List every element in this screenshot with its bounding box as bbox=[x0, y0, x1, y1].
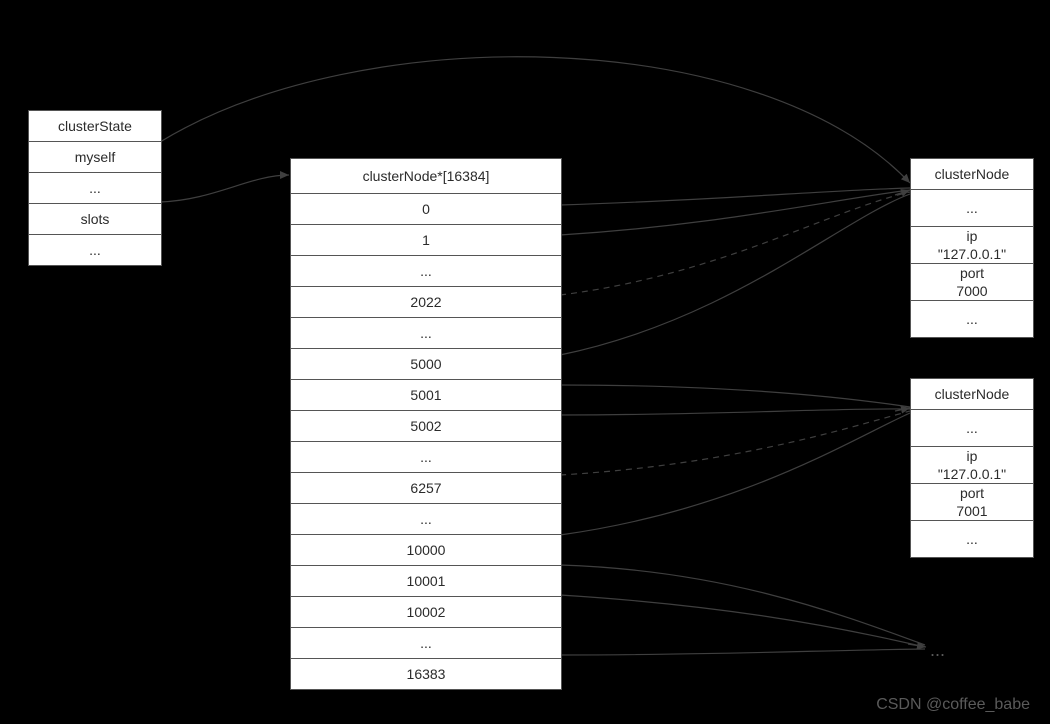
slot-row: 10001 bbox=[291, 566, 561, 597]
cluster-node-b-ip: ip "127.0.0.1" bbox=[911, 447, 1033, 484]
slot-row: ... bbox=[291, 442, 561, 473]
slot-row: 6257 bbox=[291, 473, 561, 504]
cluster-node-b-row: ... bbox=[911, 410, 1033, 447]
cluster-node-a-row: ... bbox=[911, 301, 1033, 337]
slot-row: 2022 bbox=[291, 287, 561, 318]
cluster-state-box: clusterState myself ... slots ... bbox=[28, 110, 162, 266]
slot-row: ... bbox=[291, 628, 561, 659]
slot-row: 5000 bbox=[291, 349, 561, 380]
ip-label: ip bbox=[967, 228, 978, 244]
cluster-state-row: ... bbox=[29, 173, 161, 204]
slot-row: 10002 bbox=[291, 597, 561, 628]
cluster-node-a-ip: ip "127.0.0.1" bbox=[911, 227, 1033, 264]
cluster-node-b-box: clusterNode ... ip "127.0.0.1" port 7001… bbox=[910, 378, 1034, 558]
watermark-text: CSDN @coffee_babe bbox=[876, 696, 1030, 714]
slot-row: ... bbox=[291, 318, 561, 349]
ip-label: ip bbox=[967, 448, 978, 464]
cluster-state-row: slots bbox=[29, 204, 161, 235]
slot-row: 16383 bbox=[291, 659, 561, 689]
port-label: port bbox=[960, 265, 984, 281]
cluster-state-row: myself bbox=[29, 142, 161, 173]
port-label: port bbox=[960, 485, 984, 501]
bottom-right-ellipsis: ... bbox=[930, 640, 945, 661]
cluster-node-b-row: ... bbox=[911, 521, 1033, 557]
slot-row: 10000 bbox=[291, 535, 561, 566]
cluster-state-row: ... bbox=[29, 235, 161, 265]
cluster-node-b-title: clusterNode bbox=[911, 379, 1033, 410]
slot-row: ... bbox=[291, 256, 561, 287]
cluster-node-a-port: port 7000 bbox=[911, 264, 1033, 301]
cluster-node-a-box: clusterNode ... ip "127.0.0.1" port 7000… bbox=[910, 158, 1034, 338]
cluster-state-title: clusterState bbox=[29, 111, 161, 142]
diagram-canvas: clusterState myself ... slots ... cluste… bbox=[0, 0, 1050, 724]
slot-row: 1 bbox=[291, 225, 561, 256]
slot-row: 0 bbox=[291, 194, 561, 225]
cluster-node-a-title: clusterNode bbox=[911, 159, 1033, 190]
port-value: 7001 bbox=[956, 503, 987, 519]
ip-value: "127.0.0.1" bbox=[938, 466, 1006, 482]
slot-table-title: clusterNode*[16384] bbox=[291, 159, 561, 194]
slot-table-box: clusterNode*[16384] 0 1 ... 2022 ... 500… bbox=[290, 158, 562, 690]
slot-row: ... bbox=[291, 504, 561, 535]
ip-value: "127.0.0.1" bbox=[938, 246, 1006, 262]
slot-row: 5002 bbox=[291, 411, 561, 442]
port-value: 7000 bbox=[956, 283, 987, 299]
cluster-node-a-row: ... bbox=[911, 190, 1033, 227]
cluster-node-b-port: port 7001 bbox=[911, 484, 1033, 521]
slot-row: 5001 bbox=[291, 380, 561, 411]
